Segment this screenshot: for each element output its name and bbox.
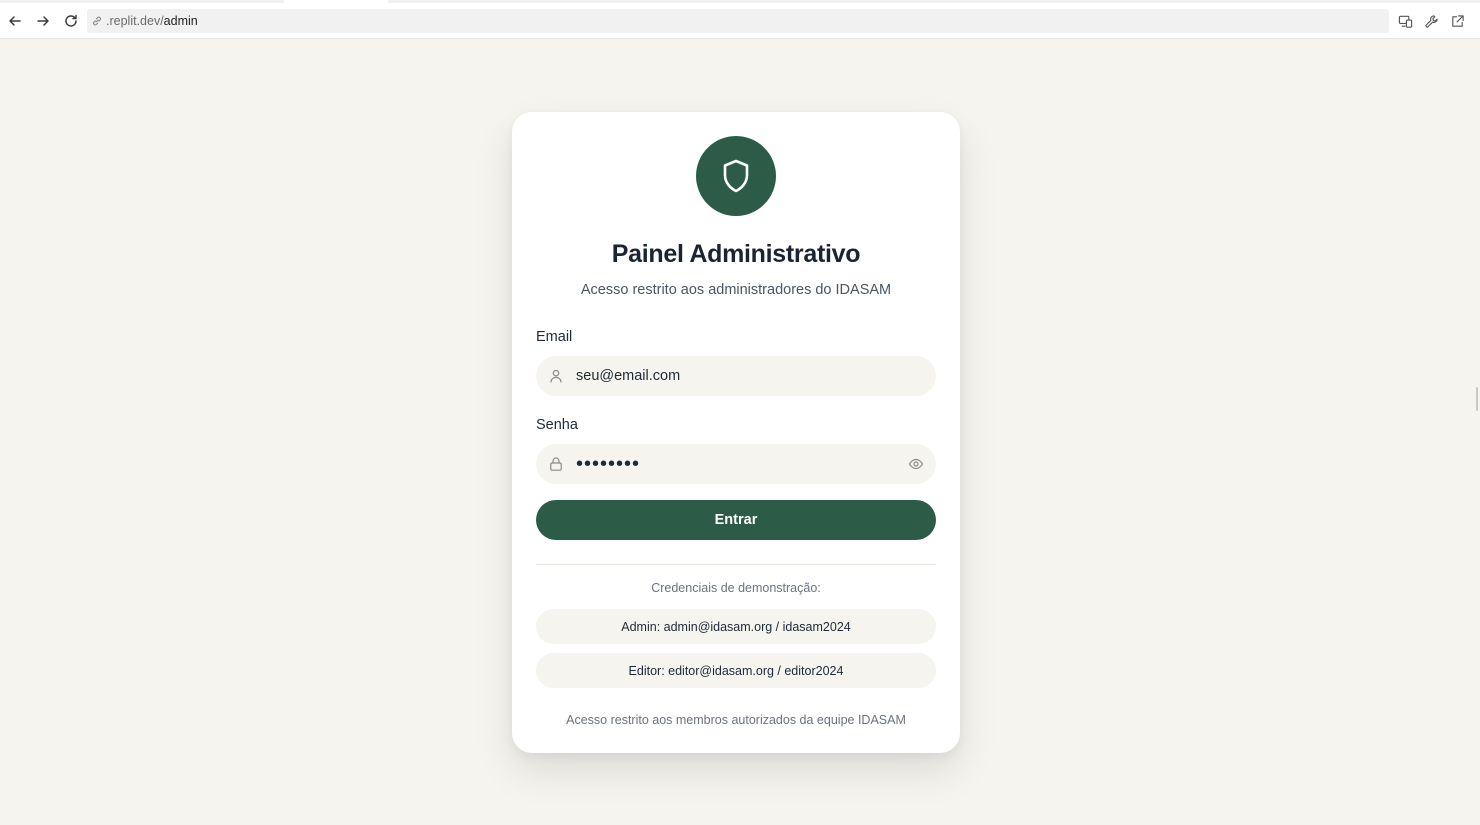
url-path: admin: [163, 14, 198, 28]
demo-credentials-heading: Credenciais de demonstração:: [651, 581, 821, 595]
scrollbar-thumb[interactable]: [1476, 387, 1478, 411]
page-title: Painel Administrativo: [611, 240, 861, 268]
forward-arrow-icon[interactable]: [32, 10, 54, 32]
url-host: .replit.dev/: [106, 14, 164, 28]
demo-credential-admin[interactable]: Admin: admin@idasam.org / idasam2024: [536, 609, 936, 644]
lock-icon: [550, 457, 562, 471]
password-field-container: [536, 444, 936, 484]
address-bar[interactable]: .replit.dev/admin: [87, 9, 1389, 33]
link-icon: [93, 16, 101, 26]
user-icon: [550, 369, 562, 383]
page-subtitle: Acesso restrito aos administradores do I…: [580, 282, 892, 298]
email-label: Email: [536, 329, 573, 345]
eye-icon[interactable]: [908, 456, 924, 472]
email-field[interactable]: [576, 356, 896, 396]
divider: [536, 564, 936, 565]
reload-icon[interactable]: [60, 10, 82, 32]
browser-toolbar: .replit.dev/admin: [0, 3, 1480, 39]
submit-button[interactable]: Entrar: [536, 500, 936, 540]
password-field[interactable]: [576, 444, 896, 484]
demo-credential-editor[interactable]: Editor: editor@idasam.org / editor2024: [536, 653, 936, 688]
logo-badge: [696, 136, 776, 216]
devices-icon[interactable]: [1396, 12, 1414, 30]
shield-icon: [723, 159, 749, 193]
back-arrow-icon[interactable]: [4, 10, 26, 32]
login-card: Painel Administrativo Acesso restrito ao…: [512, 112, 960, 753]
footer-note: Acesso restrito aos membros autorizados …: [566, 713, 906, 727]
password-label: Senha: [536, 417, 578, 433]
wrench-icon[interactable]: [1422, 12, 1440, 30]
external-link-icon[interactable]: [1448, 12, 1466, 30]
email-field-container: [536, 356, 936, 396]
